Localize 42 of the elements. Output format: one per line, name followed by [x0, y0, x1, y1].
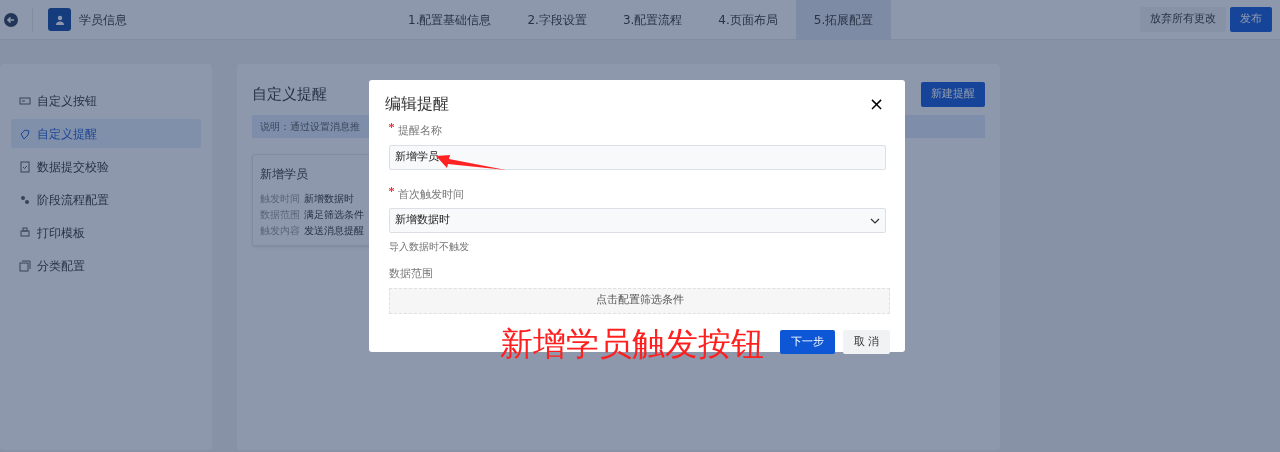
next-button[interactable]: 下一步 — [779, 329, 835, 354]
trigger-select[interactable]: 新增数据时 — [389, 208, 886, 233]
chevron-icon — [870, 217, 880, 224]
back-icon[interactable] — [4, 12, 18, 27]
step-tab[interactable]: 4.页面布局 — [700, 0, 796, 40]
field-label: 数据范围 — [389, 267, 433, 280]
field-value: 发送消息提醒 — [304, 223, 364, 238]
button-icon — [19, 94, 31, 107]
filter-button[interactable]: 点击配置筛选条件 — [389, 287, 890, 314]
field-label: 提醒名称 — [398, 124, 442, 137]
sidebar-item[interactable]: 分类配置 — [11, 251, 201, 280]
dialog-title: 编辑提醒 — [385, 93, 449, 115]
cancel-button[interactable]: 取 消 — [842, 329, 890, 354]
document-check-icon — [19, 160, 31, 173]
step-tab[interactable]: 1.配置基础信息 — [390, 0, 510, 40]
select-value: 新增数据时 — [395, 212, 450, 229]
app-title: 学员信息 — [79, 11, 127, 29]
discard-button[interactable]: 放弃所有更改 — [1140, 7, 1226, 32]
sidebar-item[interactable]: 数据提交校验 — [11, 152, 201, 181]
step-tab[interactable]: 3.配置流程 — [604, 0, 701, 40]
copy-icon — [19, 259, 31, 272]
step-tab[interactable]: 5.拓展配置 — [795, 0, 892, 40]
field-value: 新增数据时 — [304, 191, 354, 206]
section-title: 自定义提醒 — [252, 84, 327, 105]
nodes-icon — [19, 193, 31, 206]
close-button[interactable]: × — [866, 95, 886, 113]
printer-icon — [19, 226, 31, 239]
user-icon — [48, 8, 71, 31]
card-title: 新增学员 — [260, 165, 309, 183]
publish-button[interactable]: 发布 — [1230, 7, 1272, 32]
annotation-text: 新增学员触发按钮 — [500, 326, 764, 363]
field-label: 首次触发时间 — [398, 187, 464, 201]
sidebar-item[interactable]: 自定义按钮 — [11, 86, 201, 115]
name-input[interactable]: 新增学员 — [389, 144, 886, 170]
field-value: 满足筛选条件 — [304, 207, 364, 222]
hint-text: 导入数据时不触发 — [389, 240, 470, 254]
new-reminder-button[interactable]: 新建提醒 — [921, 82, 985, 107]
sidebar-item[interactable]: 打印模板 — [11, 218, 201, 247]
sidebar-item[interactable]: 阶段流程配置 — [11, 185, 201, 214]
sidebar-item[interactable]: 自定义提醒 — [11, 119, 201, 148]
tag-icon — [19, 127, 31, 140]
step-tab[interactable]: 2.字段设置 — [509, 0, 605, 40]
